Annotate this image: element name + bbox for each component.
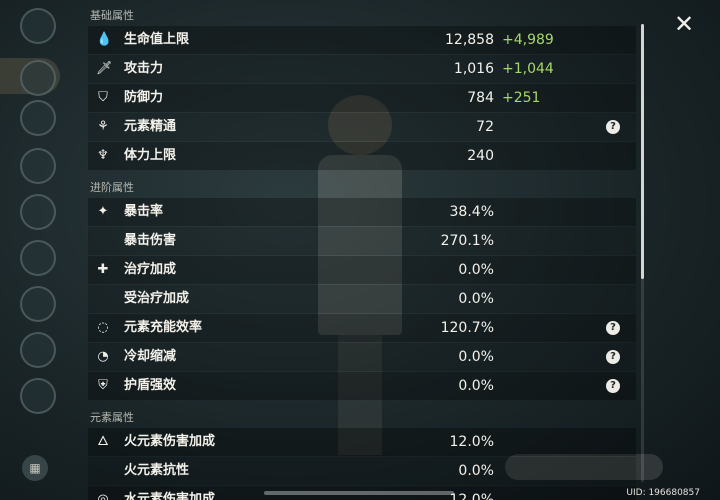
sword-icon: 🗡 xyxy=(96,61,113,76)
help-icon[interactable]: ? xyxy=(606,321,620,335)
stat-bonus: +251 xyxy=(502,90,541,106)
stat-row: ⛨ 护盾强效 0.0%? xyxy=(88,372,636,400)
stat-label: 元素精通 xyxy=(124,119,177,134)
stat-row: ✚ 治疗加成 0.0% xyxy=(88,256,636,284)
stat-row: 🜂 火元素伤害加成 12.0% xyxy=(88,428,636,456)
stat-value: 1,016 xyxy=(453,61,494,77)
stat-label: 冷却缩减 xyxy=(124,349,177,364)
stat-row: ◌ 元素充能效率 120.7%? xyxy=(88,314,636,342)
stat-value: 0.0% xyxy=(458,262,494,278)
character-slot[interactable] xyxy=(20,8,56,44)
stat-label: 攻击力 xyxy=(124,61,164,76)
stat-label: 护盾强效 xyxy=(124,378,177,393)
stat-label: 防御力 xyxy=(124,90,164,105)
stat-value: 120.7% xyxy=(440,320,494,336)
stat-value: 72 xyxy=(476,119,494,135)
stat-row: 🗡 攻击力 1,016 +1,044 xyxy=(88,55,636,83)
stat-label: 体力上限 xyxy=(124,148,177,163)
stat-label: 暴击率 xyxy=(124,204,164,219)
section-header: 基础属性 xyxy=(90,9,134,22)
section-header: 进阶属性 xyxy=(90,181,134,194)
attribute-panel[interactable]: 基础属性 💧 生命值上限 12,858 +4,989 🗡 攻击力 1,016 +1,044 ⛉ 防御… xyxy=(88,0,636,500)
stat-bonus: +4,989 xyxy=(502,32,554,48)
stat-value: 0.0% xyxy=(458,291,494,307)
horizontal-scroll-indicator xyxy=(264,491,454,495)
stat-value: 38.4% xyxy=(449,204,494,220)
hp-drop-icon: 💧 xyxy=(96,32,113,47)
stat-label: 元素充能效率 xyxy=(124,320,203,335)
character-slot[interactable] xyxy=(20,332,56,368)
character-slot[interactable] xyxy=(20,286,56,322)
close-icon[interactable]: ✕ xyxy=(672,12,696,36)
pyro-icon: 🜂 xyxy=(97,434,109,449)
stat-row: 火元素抗性 0.0% xyxy=(88,457,636,485)
stat-row: ⛉ 防御力 784 +251 xyxy=(88,84,636,112)
character-rail: ▦ xyxy=(0,0,68,500)
stamina-icon: ♆ xyxy=(97,148,109,163)
stat-value: 0.0% xyxy=(458,463,494,479)
character-slot[interactable] xyxy=(20,148,56,184)
hydro-icon: ◎ xyxy=(97,492,109,500)
stat-label: 生命值上限 xyxy=(124,32,190,47)
energy-recharge-icon: ◌ xyxy=(97,320,109,335)
stat-row: 受治疗加成 0.0% xyxy=(88,285,636,313)
elemental-mastery-icon: ⚘ xyxy=(97,119,109,134)
stat-row: 暴击伤害 270.1% xyxy=(88,227,636,255)
character-slot[interactable] xyxy=(20,378,56,414)
uid-label: UID: 196680857 xyxy=(626,488,700,498)
stat-label: 受治疗加成 xyxy=(124,291,190,306)
stat-value: 12.0% xyxy=(449,434,494,450)
cooldown-icon: ◔ xyxy=(97,349,109,364)
stat-row: 💧 生命值上限 12,858 +4,989 xyxy=(88,26,636,54)
stat-row: ✦ 暴击率 38.4% xyxy=(88,198,636,226)
stat-value: 270.1% xyxy=(440,233,494,249)
help-icon[interactable]: ? xyxy=(606,120,620,134)
stat-value: 12.0% xyxy=(449,492,494,500)
stat-value: 240 xyxy=(467,148,494,164)
stat-value: 784 xyxy=(467,90,494,106)
healing-cross-icon: ✚ xyxy=(97,262,109,277)
help-icon[interactable]: ? xyxy=(606,379,620,393)
stat-bonus: +1,044 xyxy=(502,61,554,77)
stat-label: 火元素伤害加成 xyxy=(124,434,216,449)
stat-row: ⚘ 元素精通 72? xyxy=(88,113,636,141)
help-icon[interactable]: ? xyxy=(606,350,620,364)
stat-label: 水元素伤害加成 xyxy=(124,492,216,500)
grid-menu-icon[interactable]: ▦ xyxy=(22,455,48,481)
crit-rate-icon: ✦ xyxy=(97,204,109,219)
stat-value: 12,858 xyxy=(445,32,494,48)
character-slot[interactable] xyxy=(20,240,56,276)
shield-icon: ⛉ xyxy=(98,90,108,105)
stat-label: 火元素抗性 xyxy=(124,463,190,478)
stat-value: 0.0% xyxy=(458,378,494,394)
section-header: 元素属性 xyxy=(90,411,134,424)
character-slot[interactable] xyxy=(20,100,56,136)
character-slot[interactable] xyxy=(20,60,56,96)
stat-label: 治疗加成 xyxy=(124,262,177,277)
scrollbar-thumb[interactable] xyxy=(641,24,644,279)
shield-strength-icon: ⛨ xyxy=(98,378,108,393)
stat-row: ♆ 体力上限 240 xyxy=(88,142,636,170)
stat-value: 0.0% xyxy=(458,349,494,365)
stat-label: 暴击伤害 xyxy=(124,233,177,248)
stat-row: ◔ 冷却缩减 0.0%? xyxy=(88,343,636,371)
character-slot[interactable] xyxy=(20,194,56,230)
